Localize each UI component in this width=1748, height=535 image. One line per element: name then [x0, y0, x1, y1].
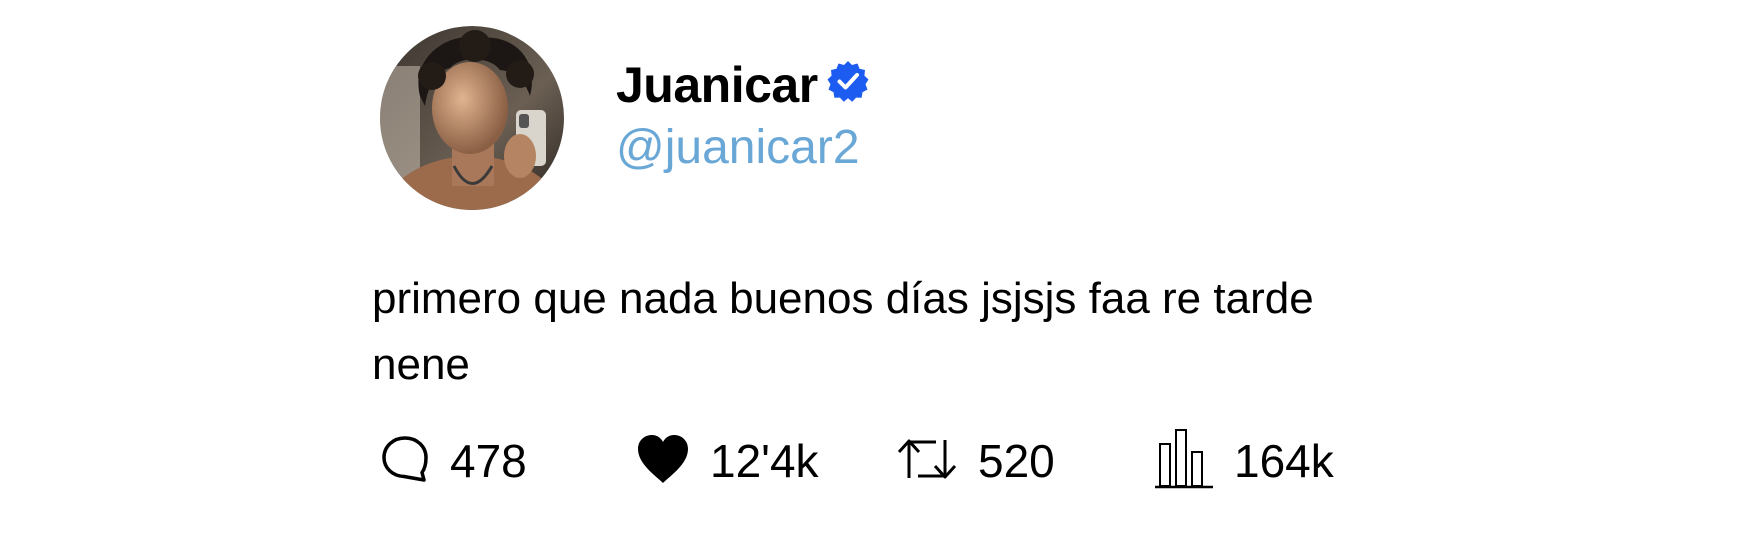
retweet-count: 520 — [978, 435, 1055, 487]
views-button[interactable]: 164k — [1154, 426, 1334, 496]
retweet-button[interactable]: 520 — [896, 426, 1055, 496]
name-row: Juanicar — [616, 56, 870, 114]
retweet-icon — [896, 436, 958, 487]
display-name[interactable]: Juanicar — [616, 56, 818, 114]
reply-count: 478 — [450, 435, 527, 487]
tweet-text: primero que nada buenos días jsjsjs faa … — [372, 274, 1314, 389]
username-handle[interactable]: @juanicar2 — [616, 118, 870, 178]
author-names: Juanicar @juanicar2 — [616, 56, 870, 178]
avatar[interactable] — [380, 26, 564, 210]
like-button[interactable]: 12'4k — [636, 426, 819, 496]
like-count: 12'4k — [710, 435, 819, 487]
heart-icon — [636, 434, 690, 489]
speech-bubble-icon — [380, 434, 430, 489]
tweet-card: Juanicar @juanicar2 primero que nada bue… — [372, 26, 1392, 496]
bar-chart-icon — [1154, 428, 1214, 495]
tweet-header: Juanicar @juanicar2 — [372, 26, 1392, 212]
verified-badge-icon — [826, 59, 870, 103]
tweet-actions: 478 12'4k 520 164k — [372, 426, 1392, 496]
views-count: 164k — [1234, 435, 1334, 487]
reply-button[interactable]: 478 — [380, 426, 527, 496]
avatar-photo — [380, 26, 564, 210]
